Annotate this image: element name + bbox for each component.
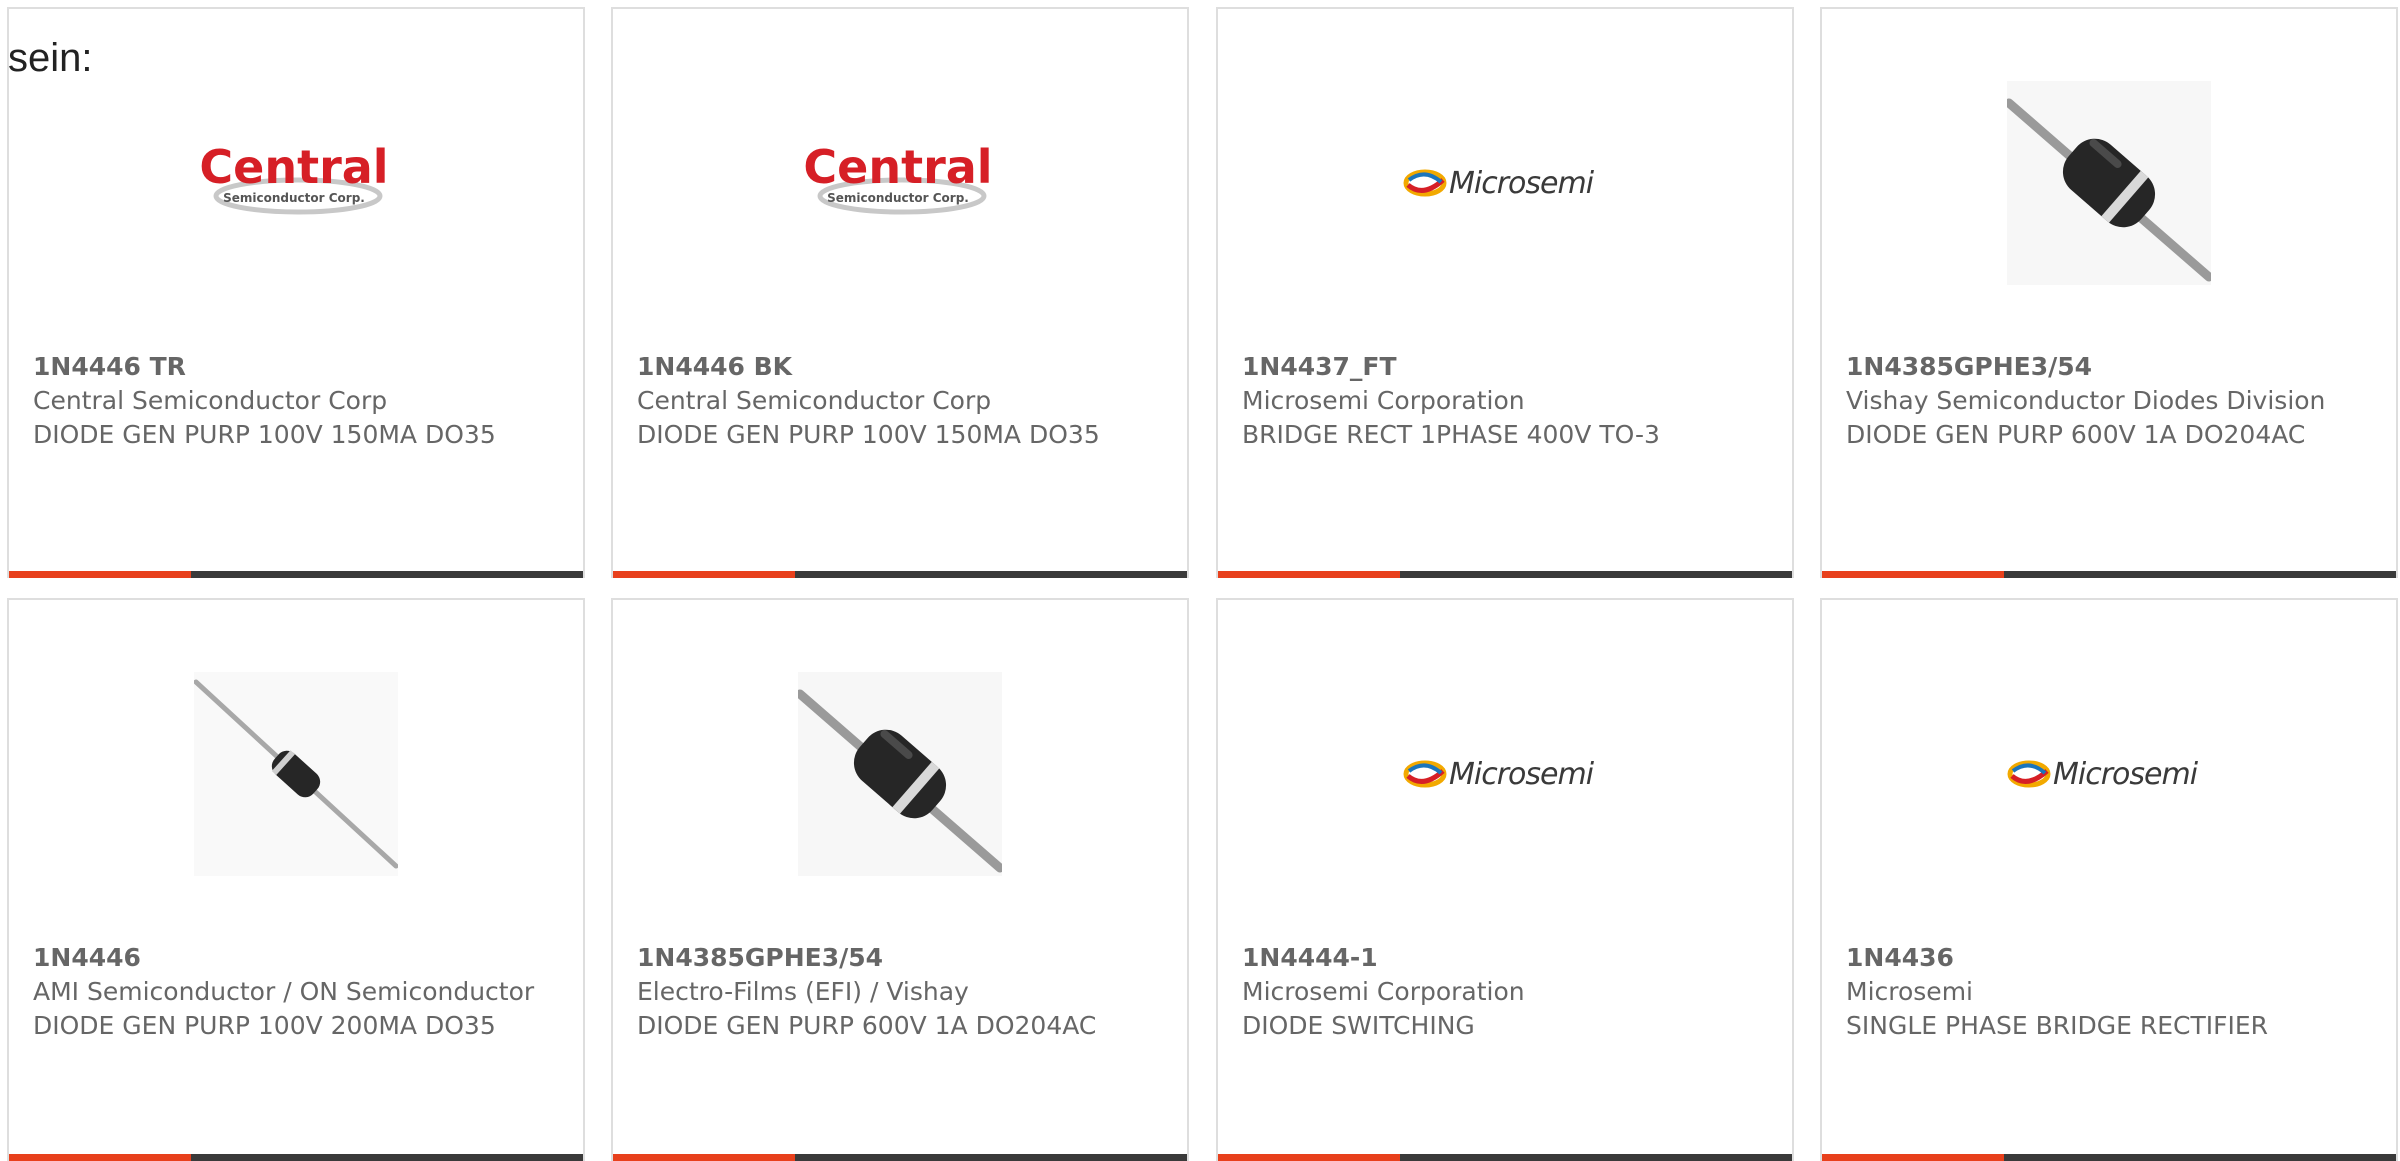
card-accent-bar xyxy=(1822,1154,2004,1161)
product-info: 1N4446 BK Central Semiconductor Corp DIO… xyxy=(637,350,1163,452)
part-number[interactable]: 1N4444-1 xyxy=(1242,941,1768,975)
product-info: 1N4437_FT Microsemi Corporation BRIDGE R… xyxy=(1242,350,1768,452)
diode-photo xyxy=(194,672,398,876)
part-number[interactable]: 1N4385GPHE3/54 xyxy=(1846,350,2372,384)
manufacturer: Central Semiconductor Corp xyxy=(33,386,388,415)
card-bottom-bar xyxy=(1822,571,2396,578)
part-number[interactable]: 1N4436 xyxy=(1846,941,2372,975)
card-bottom-bar xyxy=(1218,1154,1792,1161)
part-number[interactable]: 1N4446 xyxy=(33,941,559,975)
manufacturer: Microsemi xyxy=(1846,977,1973,1006)
product-info: 1N4385GPHE3/54 Vishay Semiconductor Diod… xyxy=(1846,350,2372,452)
card-bottom-bar xyxy=(1822,1154,2396,1161)
card-bottom-bar xyxy=(1218,571,1792,578)
product-info: 1N4436 Microsemi SINGLE PHASE BRIDGE REC… xyxy=(1846,941,2372,1043)
product-info: 1N4446 AMI Semiconductor / ON Semiconduc… xyxy=(33,941,559,1043)
product-card[interactable]: Microsemi 1N4436 Microsemi SINGLE PHASE … xyxy=(1820,598,2398,1161)
card-accent-bar xyxy=(613,571,795,578)
description: DIODE SWITCHING xyxy=(1242,1011,1475,1040)
manufacturer: Electro-Films (EFI) / Vishay xyxy=(637,977,969,1006)
description: DIODE GEN PURP 100V 200MA DO35 xyxy=(33,1011,496,1040)
card-bottom-bar xyxy=(613,571,1187,578)
central-semiconductor-logo: Central Semiconductor Corp. xyxy=(194,81,398,285)
central-semiconductor-logo: Central Semiconductor Corp. xyxy=(798,81,1002,285)
manufacturer: AMI Semiconductor / ON Semiconductor xyxy=(33,977,535,1006)
card-accent-bar xyxy=(9,571,191,578)
logo-text: Microsemi xyxy=(1449,166,1595,201)
description: DIODE GEN PURP 100V 150MA DO35 xyxy=(33,420,496,449)
logo-text: Microsemi xyxy=(2053,757,2199,792)
logo-subtext: Semiconductor Corp. xyxy=(827,191,969,205)
manufacturer: Microsemi Corporation xyxy=(1242,386,1525,415)
manufacturer: Microsemi Corporation xyxy=(1242,977,1525,1006)
part-number[interactable]: 1N4446 BK xyxy=(637,350,1163,384)
card-accent-bar xyxy=(9,1154,191,1161)
product-card[interactable]: Microsemi 1N4444-1 Microsemi Corporation… xyxy=(1216,598,1794,1161)
intro-text: sein: xyxy=(8,36,93,80)
part-number[interactable]: 1N4385GPHE3/54 xyxy=(637,941,1163,975)
product-card[interactable]: 1N4385GPHE3/54 Electro-Films (EFI) / Vis… xyxy=(611,598,1189,1161)
description: DIODE GEN PURP 600V 1A DO204AC xyxy=(637,1011,1097,1040)
description: BRIDGE RECT 1PHASE 400V TO-3 xyxy=(1242,420,1660,449)
card-bottom-bar xyxy=(613,1154,1187,1161)
logo-subtext: Semiconductor Corp. xyxy=(223,191,365,205)
logo-text: Central xyxy=(199,140,388,194)
product-info: 1N4444-1 Microsemi Corporation DIODE SWI… xyxy=(1242,941,1768,1043)
card-accent-bar xyxy=(1822,571,2004,578)
product-info: 1N4446 TR Central Semiconductor Corp DIO… xyxy=(33,350,559,452)
part-number[interactable]: 1N4437_FT xyxy=(1242,350,1768,384)
card-bottom-bar xyxy=(9,571,583,578)
card-bottom-bar xyxy=(9,1154,583,1161)
logo-text: Microsemi xyxy=(1449,757,1595,792)
microsemi-logo: Microsemi xyxy=(1403,672,1607,876)
product-info: 1N4385GPHE3/54 Electro-Films (EFI) / Vis… xyxy=(637,941,1163,1043)
manufacturer: Central Semiconductor Corp xyxy=(637,386,992,415)
manufacturer: Vishay Semiconductor Diodes Division xyxy=(1846,386,2326,415)
description: SINGLE PHASE BRIDGE RECTIFIER xyxy=(1846,1011,2269,1040)
product-card[interactable]: Central Semiconductor Corp. 1N4446 TR Ce… xyxy=(7,7,585,578)
microsemi-logo: Microsemi xyxy=(2007,672,2211,876)
part-number[interactable]: 1N4446 TR xyxy=(33,350,559,384)
product-card[interactable]: Microsemi 1N4437_FT Microsemi Corporatio… xyxy=(1216,7,1794,578)
diode-photo xyxy=(798,672,1002,876)
card-accent-bar xyxy=(613,1154,795,1161)
product-card[interactable]: Central Semiconductor Corp. 1N4446 BK Ce… xyxy=(611,7,1189,578)
logo-text: Central xyxy=(803,140,992,194)
diode-photo xyxy=(2007,81,2211,285)
card-accent-bar xyxy=(1218,1154,1400,1161)
description: DIODE GEN PURP 600V 1A DO204AC xyxy=(1846,420,2306,449)
card-accent-bar xyxy=(1218,571,1400,578)
product-card[interactable]: 1N4446 AMI Semiconductor / ON Semiconduc… xyxy=(7,598,585,1161)
microsemi-logo: Microsemi xyxy=(1403,81,1607,285)
product-card[interactable]: 1N4385GPHE3/54 Vishay Semiconductor Diod… xyxy=(1820,7,2398,578)
description: DIODE GEN PURP 100V 150MA DO35 xyxy=(637,420,1100,449)
